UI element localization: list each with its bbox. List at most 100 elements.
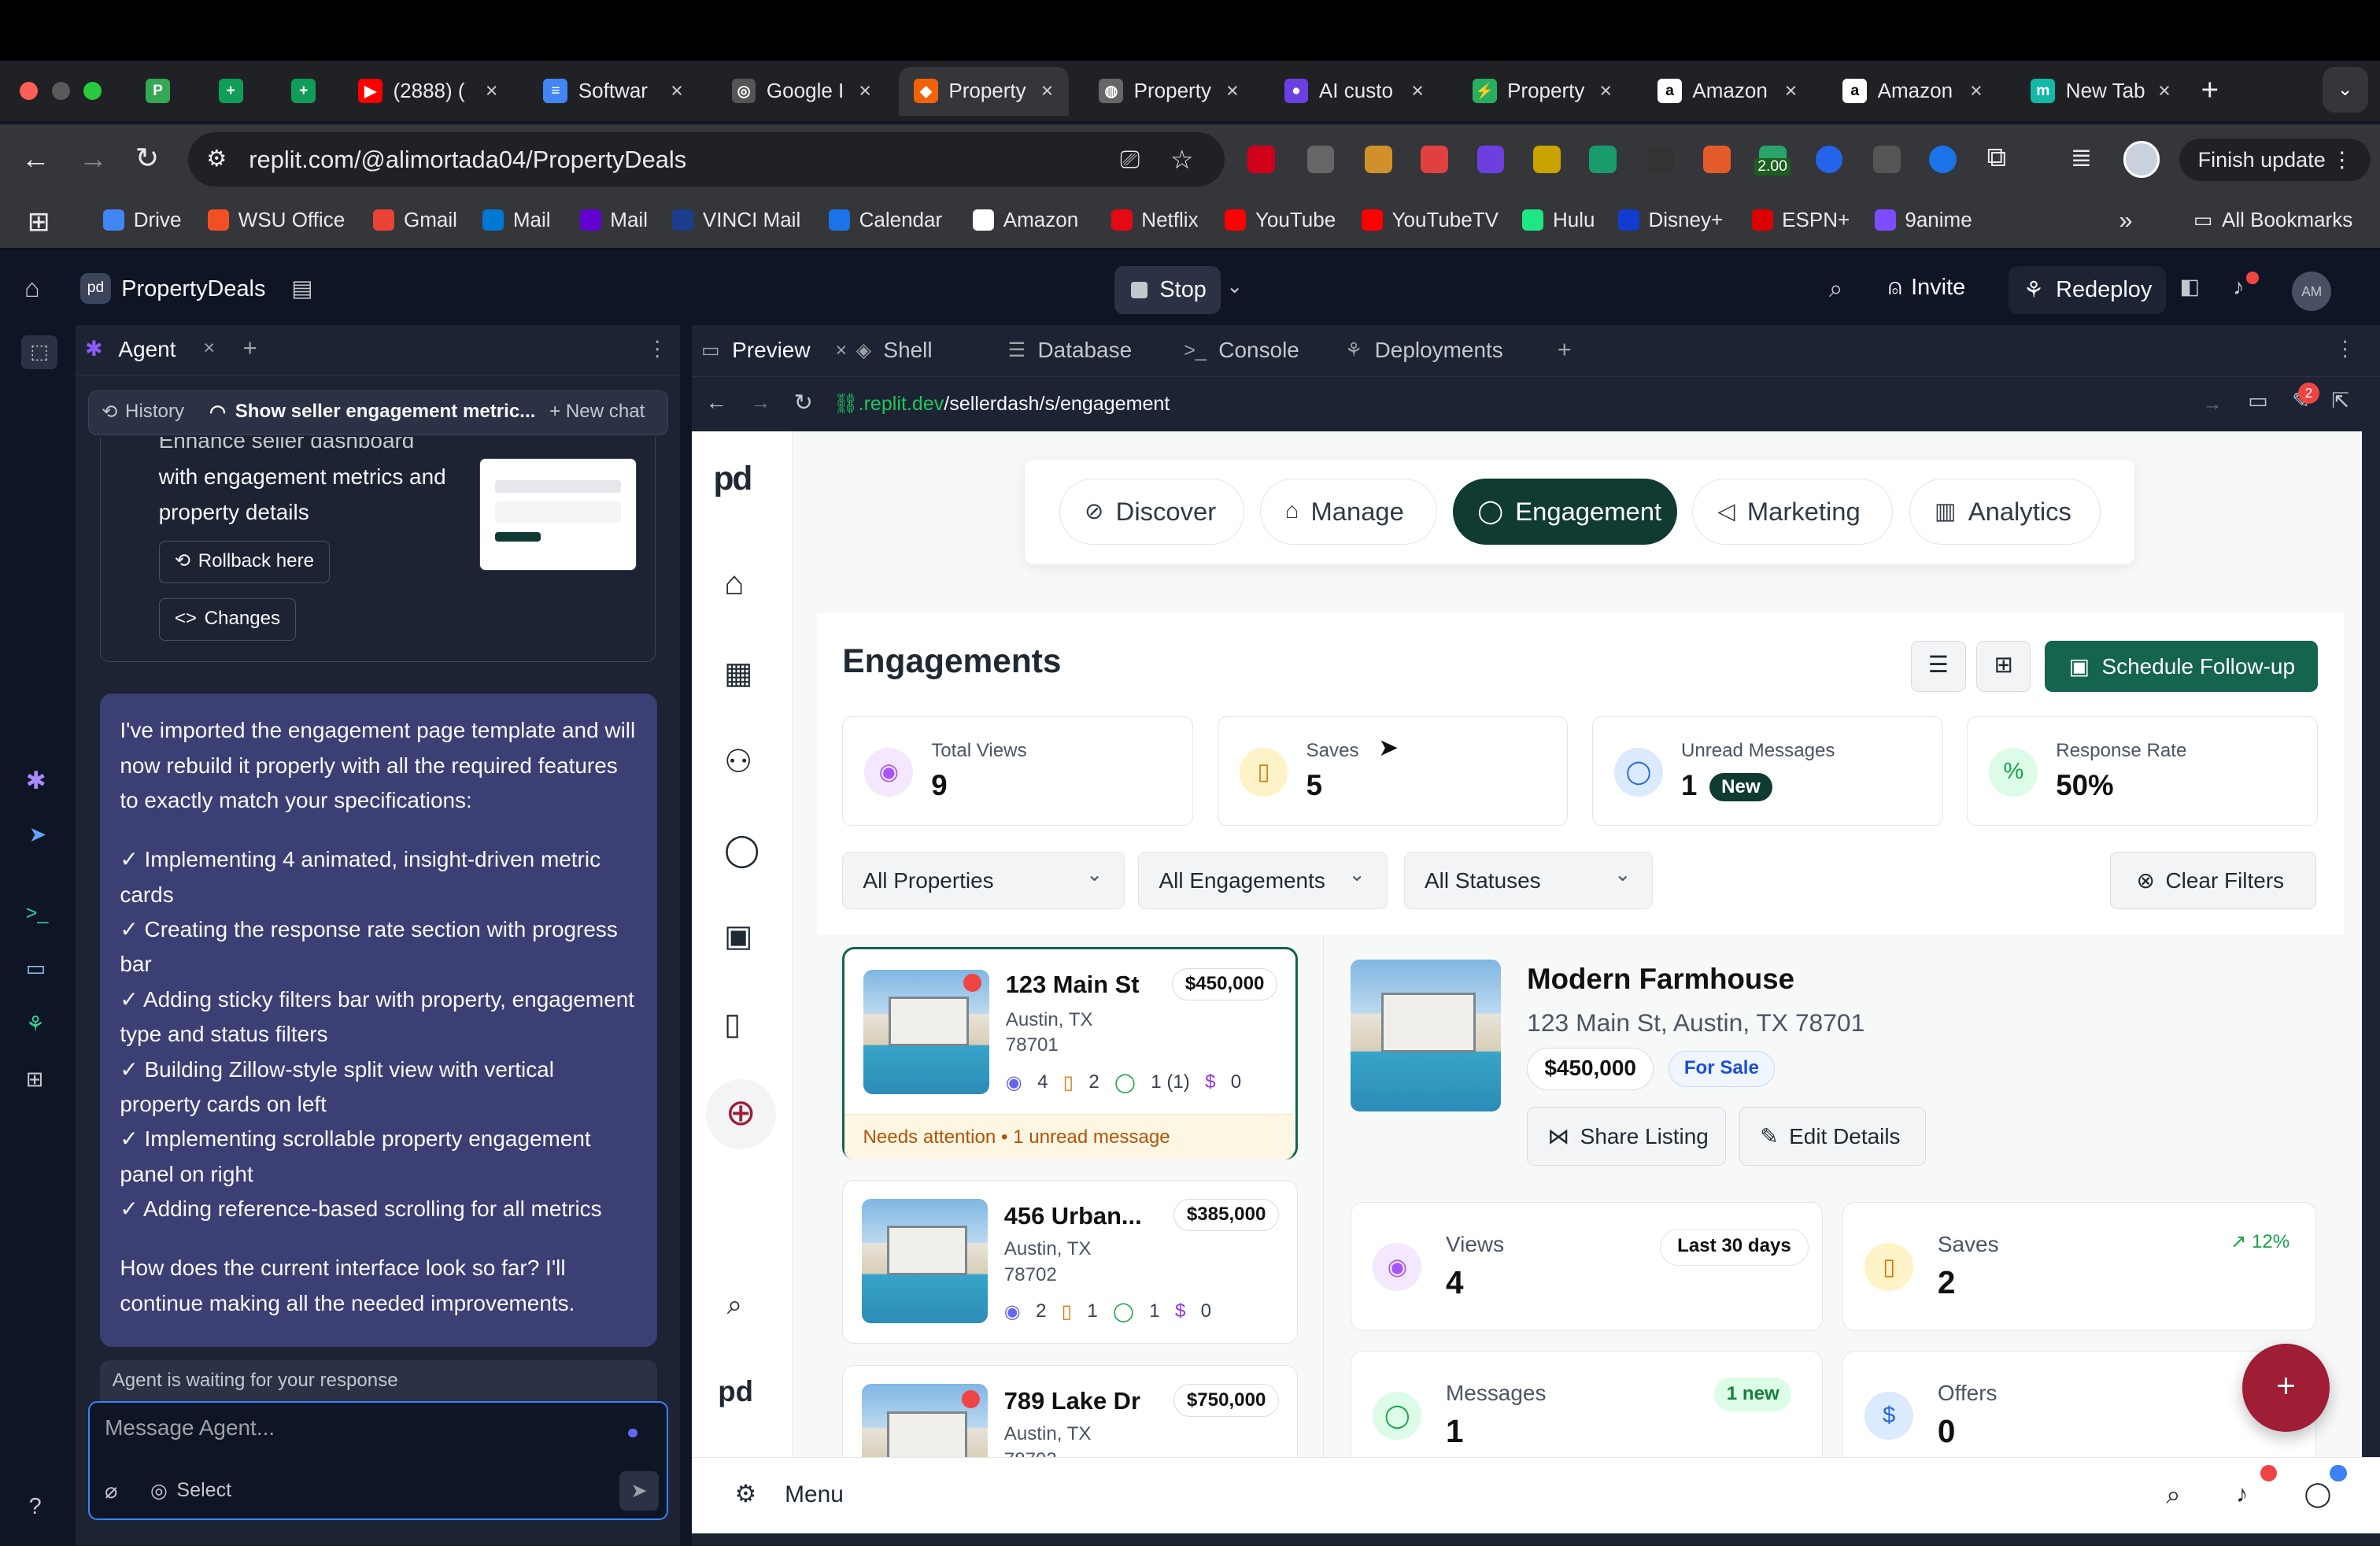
preview-back-icon[interactable]: ← xyxy=(706,390,727,415)
edit-details-button[interactable]: ✎ Edit Details xyxy=(1739,1106,1927,1167)
extension-icon[interactable] xyxy=(1815,146,1843,173)
preview-icon[interactable]: ▭ xyxy=(26,956,46,981)
more-bookmarks-icon[interactable]: » xyxy=(2119,206,2132,235)
nav-documents-icon[interactable]: ▯ xyxy=(724,1007,741,1042)
nav-properties-icon[interactable]: ▦ xyxy=(724,656,752,691)
reload-icon[interactable]: ↻ xyxy=(135,141,160,175)
metric-card[interactable]: ◯ Unread Messages 1 New xyxy=(1592,716,1943,827)
close-tab-icon[interactable]: × xyxy=(2158,79,2171,103)
changes-button[interactable]: <> Changes xyxy=(158,597,297,641)
bottom-search-icon[interactable]: ⌕ xyxy=(2166,1480,2180,1511)
extension-icon[interactable] xyxy=(1702,146,1731,173)
bookmark-item[interactable]: 9anime xyxy=(1874,208,1972,232)
project-info-icon[interactable]: ▤ xyxy=(291,275,312,302)
nav-search-icon[interactable]: ⌕ xyxy=(727,1290,742,1321)
open-url-icon[interactable]: → xyxy=(2202,387,2222,420)
extension-icon[interactable] xyxy=(1421,146,1448,173)
select-element-button[interactable]: ◎ Select xyxy=(150,1479,231,1503)
app-logo[interactable]: pd xyxy=(713,460,752,497)
settings-gear-icon[interactable]: ⚙ xyxy=(734,1480,756,1508)
bookmark-item[interactable]: WSU Office xyxy=(208,208,345,232)
property-card[interactable]: 456 Urban... $385,000 Austin, TX 78702 ◉… xyxy=(842,1179,1298,1344)
redeploy-button[interactable]: ⚘ Redeploy xyxy=(2008,265,2167,315)
schedule-follow-up-button[interactable]: ▣ Schedule Follow-up xyxy=(2044,640,2318,693)
history-button[interactable]: ⟲ History xyxy=(102,401,184,423)
project-name[interactable]: PropertyDeals xyxy=(121,276,265,302)
app-logo-small[interactable]: pd xyxy=(718,1375,753,1408)
apps-grid-icon[interactable]: ⊞ xyxy=(28,206,50,238)
bookmark-item[interactable]: VINCI Mail xyxy=(672,208,800,232)
nav-calendar-icon[interactable]: ▣ xyxy=(724,919,752,954)
extension-icon[interactable] xyxy=(1532,146,1561,173)
floating-add-icon[interactable]: + xyxy=(2241,1343,2330,1432)
bookmark-item[interactable]: Drive xyxy=(103,208,181,232)
preview-url[interactable]: ⛓.replit.dev/sellerdash/s/engagement → xyxy=(833,387,2230,420)
back-icon[interactable]: ← xyxy=(21,142,50,176)
workspace-tab-shell[interactable]: ◈ Shell xyxy=(856,328,996,374)
close-agent-tab-icon[interactable]: × xyxy=(203,337,215,360)
media-control-icon[interactable]: ≣ xyxy=(2071,142,2092,172)
extension-icon[interactable] xyxy=(1929,146,1957,173)
multiplayer-icon[interactable]: ◧ xyxy=(2179,275,2200,299)
checkpoint-thumbnail[interactable] xyxy=(479,458,638,571)
add-tab-icon[interactable]: + xyxy=(243,334,257,362)
extension-icon[interactable] xyxy=(1476,146,1505,173)
close-tab-icon[interactable]: × xyxy=(1411,79,1424,103)
extension-icon[interactable] xyxy=(1872,146,1901,173)
shell-icon[interactable]: >_ xyxy=(26,902,49,925)
bookmark-item[interactable]: Calendar xyxy=(829,208,942,232)
bookmark-item[interactable]: Mail xyxy=(482,208,551,232)
site-settings-icon[interactable]: ⚙ xyxy=(206,132,227,187)
close-tab-icon[interactable]: × xyxy=(1599,79,1612,103)
bottom-chat-icon[interactable]: ◯ xyxy=(2304,1480,2332,1508)
close-tab-icon[interactable]: × xyxy=(671,79,683,103)
nav-discover[interactable]: ⊘ Discover xyxy=(1059,478,1245,546)
browser-tab[interactable]: ≡ Softwar × xyxy=(528,67,698,116)
message-input[interactable]: Message Agent... ⌀ ◎ Select ➤ xyxy=(87,1401,668,1520)
bookmark-item[interactable]: YouTube xyxy=(1225,208,1336,232)
workspace-tab-preview[interactable]: ▭ Preview × xyxy=(701,328,847,374)
new-chat-button[interactable]: + New chat xyxy=(549,401,645,423)
browser-tab[interactable]: + xyxy=(203,67,264,116)
bookmark-item[interactable]: Hulu xyxy=(1522,208,1595,232)
preview-reload-icon[interactable]: ↻ xyxy=(794,389,813,416)
send-icon[interactable]: ➤ xyxy=(619,1470,660,1511)
close-tab-icon[interactable]: × xyxy=(859,79,871,103)
filter-select[interactable]: All Properties ⌄ xyxy=(842,851,1125,910)
bookmark-star-icon[interactable]: ☆ xyxy=(1170,132,1193,187)
browser-tab[interactable]: ● AI custo × xyxy=(1269,67,1439,116)
files-icon[interactable]: ⬚ xyxy=(21,335,58,369)
menu-button[interactable]: Menu xyxy=(785,1481,844,1508)
nav-marketing[interactable]: ◁ Marketing xyxy=(1692,478,1893,546)
deployments-icon[interactable]: ⚘ xyxy=(26,1012,45,1037)
workspace-tab-database[interactable]: ☰ Database xyxy=(1008,328,1172,374)
bookmark-item[interactable]: YouTubeTV xyxy=(1361,208,1499,232)
browser-tab[interactable]: ▶ (2888) (× xyxy=(343,67,513,116)
bookmark-item[interactable]: ESPN+ xyxy=(1751,208,1850,232)
invite-button[interactable]: ⍝ Invite xyxy=(1888,275,1965,301)
workspace-menu-icon[interactable]: ⋮ xyxy=(2334,337,2356,361)
notifications-bell-icon[interactable]: ♪ xyxy=(2233,275,2244,301)
nav-home-icon[interactable]: ⌂ xyxy=(724,564,745,602)
nav-engagement[interactable]: ◯ Engagement xyxy=(1452,478,1678,546)
filter-select[interactable]: All Engagements ⌄ xyxy=(1138,851,1388,910)
list-view-icon[interactable]: ☰ xyxy=(1911,640,1966,693)
url-bar[interactable]: ⚙ replit.com/@alimortada04/PropertyDeals… xyxy=(188,131,1225,187)
browser-tab[interactable]: m New Tab × xyxy=(2016,67,2186,116)
extension-icon[interactable] xyxy=(1589,146,1617,173)
close-tab-icon[interactable]: × xyxy=(1785,79,1798,103)
browser-tab[interactable]: ◆ Property × xyxy=(898,66,1069,116)
nav-manage[interactable]: ⌂ Manage xyxy=(1259,478,1438,546)
all-tools-icon[interactable]: ⊞ xyxy=(26,1067,44,1092)
metric-card[interactable]: % Response Rate 50% xyxy=(1967,716,2318,827)
close-preview-icon[interactable]: × xyxy=(836,339,848,362)
finish-update-button[interactable]: Finish update ⋮ xyxy=(2179,138,2371,181)
run-options-chevron-icon[interactable]: ⌄ xyxy=(1226,275,1243,298)
workspace-tab-console[interactable]: >_ Console xyxy=(1184,328,1336,374)
browser-tab[interactable]: a Amazon × xyxy=(1643,67,1813,116)
stop-button[interactable]: Stop xyxy=(1114,265,1221,315)
agent-icon[interactable]: ✱ xyxy=(26,767,46,795)
bookmark-item[interactable]: Gmail xyxy=(373,208,457,232)
browser-tab[interactable]: a Amazon × xyxy=(1828,67,1998,116)
new-tab-icon[interactable]: + xyxy=(2201,73,2219,108)
